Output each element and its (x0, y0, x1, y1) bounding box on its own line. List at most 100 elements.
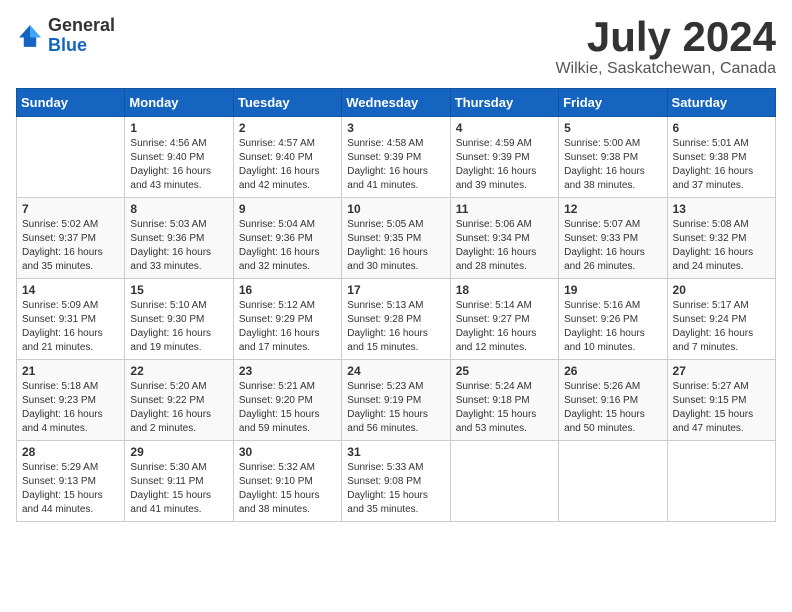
day-number: 9 (239, 202, 336, 216)
day-number: 16 (239, 283, 336, 297)
cell-content: Sunrise: 5:00 AMSunset: 9:38 PMDaylight:… (564, 137, 661, 193)
calendar-cell: 11 Sunrise: 5:06 AMSunset: 9:34 PMDayligh… (450, 198, 558, 279)
cell-content: Sunrise: 5:29 AMSunset: 9:13 PMDaylight:… (22, 461, 119, 517)
logo: General Blue (16, 16, 115, 56)
cell-content: Sunrise: 5:16 AMSunset: 9:26 PMDaylight:… (564, 299, 661, 355)
calendar-cell: 31 Sunrise: 5:33 AMSunset: 9:08 PMDayligh… (342, 441, 450, 522)
cell-content: Sunrise: 5:33 AMSunset: 9:08 PMDaylight:… (347, 461, 444, 517)
cell-content: Sunrise: 5:03 AMSunset: 9:36 PMDaylight:… (130, 218, 227, 274)
calendar-cell: 30Sunrise: 5:32 AMSunset: 9:10 PMDayligh… (233, 441, 341, 522)
cell-content: Sunrise: 5:06 AMSunset: 9:34 PMDaylight:… (456, 218, 553, 274)
cell-content: Sunrise: 5:13 AMSunset: 9:28 PMDaylight:… (347, 299, 444, 355)
day-number: 13 (673, 202, 770, 216)
cell-content: Sunrise: 5:04 AMSunset: 9:36 PMDaylight:… (239, 218, 336, 274)
cell-content: Sunrise: 5:10 AMSunset: 9:30 PMDaylight:… (130, 299, 227, 355)
day-number: 11 (456, 202, 553, 216)
calendar-cell (17, 117, 125, 198)
weekday-header-row: SundayMondayTuesdayWednesdayThursdayFrid… (17, 89, 776, 117)
calendar-cell: 6Sunrise: 5:01 AMSunset: 9:38 PMDaylight… (667, 117, 775, 198)
day-number: 22 (130, 364, 227, 378)
cell-content: Sunrise: 5:05 AMSunset: 9:35 PMDaylight:… (347, 218, 444, 274)
day-number: 8 (130, 202, 227, 216)
week-row-5: 28 Sunrise: 5:29 AMSunset: 9:13 PMDayligh… (17, 441, 776, 522)
calendar-cell: 9 Sunrise: 5:04 AMSunset: 9:36 PMDaylight… (233, 198, 341, 279)
calendar-cell: 14Sunrise: 5:09 AMSunset: 9:31 PMDayligh… (17, 279, 125, 360)
calendar-cell: 16 Sunrise: 5:12 AMSunset: 9:29 PMDayligh… (233, 279, 341, 360)
calendar-cell: 3 Sunrise: 4:58 AMSunset: 9:39 PMDaylight… (342, 117, 450, 198)
week-row-2: 7Sunrise: 5:02 AMSunset: 9:37 PMDaylight… (17, 198, 776, 279)
day-number: 23 (239, 364, 336, 378)
cell-content: Sunrise: 5:30 AMSunset: 9:11 PMDaylight:… (130, 461, 227, 517)
calendar-cell: 17 Sunrise: 5:13 AMSunset: 9:28 PMDayligh… (342, 279, 450, 360)
cell-content: Sunrise: 5:26 AMSunset: 9:16 PMDaylight:… (564, 380, 661, 436)
weekday-header-sunday: Sunday (17, 89, 125, 117)
cell-content: Sunrise: 5:20 AMSunset: 9:22 PMDaylight:… (130, 380, 227, 436)
day-number: 10 (347, 202, 444, 216)
day-number: 19 (564, 283, 661, 297)
calendar-cell: 24 Sunrise: 5:23 AMSunset: 9:19 PMDayligh… (342, 360, 450, 441)
calendar-cell (667, 441, 775, 522)
week-row-3: 14Sunrise: 5:09 AMSunset: 9:31 PMDayligh… (17, 279, 776, 360)
calendar-cell: 5 Sunrise: 5:00 AMSunset: 9:38 PMDaylight… (559, 117, 667, 198)
calendar-cell: 28 Sunrise: 5:29 AMSunset: 9:13 PMDayligh… (17, 441, 125, 522)
logo-blue: Blue (48, 36, 115, 56)
cell-content: Sunrise: 5:27 AMSunset: 9:15 PMDaylight:… (673, 380, 770, 436)
month-title: July 2024 (555, 16, 776, 58)
calendar-cell: 7Sunrise: 5:02 AMSunset: 9:37 PMDaylight… (17, 198, 125, 279)
week-row-4: 21 Sunrise: 5:18 AMSunset: 9:23 PMDayligh… (17, 360, 776, 441)
cell-content: Sunrise: 5:18 AMSunset: 9:23 PMDaylight:… (22, 380, 119, 436)
day-number: 21 (22, 364, 119, 378)
day-number: 30 (239, 445, 336, 459)
cell-content: Sunrise: 5:09 AMSunset: 9:31 PMDaylight:… (22, 299, 119, 355)
cell-content: Sunrise: 5:17 AMSunset: 9:24 PMDaylight:… (673, 299, 770, 355)
day-number: 27 (673, 364, 770, 378)
calendar-cell: 21 Sunrise: 5:18 AMSunset: 9:23 PMDayligh… (17, 360, 125, 441)
cell-content: Sunrise: 5:02 AMSunset: 9:37 PMDaylight:… (22, 218, 119, 274)
calendar-cell: 2Sunrise: 4:57 AMSunset: 9:40 PMDaylight… (233, 117, 341, 198)
day-number: 20 (673, 283, 770, 297)
calendar-cell: 22 Sunrise: 5:20 AMSunset: 9:22 PMDayligh… (125, 360, 233, 441)
cell-content: Sunrise: 5:01 AMSunset: 9:38 PMDaylight:… (673, 137, 770, 193)
day-number: 5 (564, 121, 661, 135)
cell-content: Sunrise: 4:59 AMSunset: 9:39 PMDaylight:… (456, 137, 553, 193)
cell-content: Sunrise: 5:12 AMSunset: 9:29 PMDaylight:… (239, 299, 336, 355)
day-number: 31 (347, 445, 444, 459)
day-number: 18 (456, 283, 553, 297)
weekday-header-wednesday: Wednesday (342, 89, 450, 117)
day-number: 2 (239, 121, 336, 135)
calendar-cell: 18 Sunrise: 5:14 AMSunset: 9:27 PMDayligh… (450, 279, 558, 360)
calendar-cell: 12Sunrise: 5:07 AMSunset: 9:33 PMDayligh… (559, 198, 667, 279)
day-number: 17 (347, 283, 444, 297)
calendar-cell: 19 Sunrise: 5:16 AMSunset: 9:26 PMDayligh… (559, 279, 667, 360)
cell-content: Sunrise: 4:56 AMSunset: 9:40 PMDaylight:… (130, 137, 227, 193)
cell-content: Sunrise: 5:14 AMSunset: 9:27 PMDaylight:… (456, 299, 553, 355)
day-number: 12 (564, 202, 661, 216)
cell-content: Sunrise: 5:08 AMSunset: 9:32 PMDaylight:… (673, 218, 770, 274)
cell-content: Sunrise: 5:24 AMSunset: 9:18 PMDaylight:… (456, 380, 553, 436)
calendar-cell: 25 Sunrise: 5:24 AMSunset: 9:18 PMDayligh… (450, 360, 558, 441)
page-header: General Blue July 2024 Wilkie, Saskatche… (16, 16, 776, 78)
logo-general: General (48, 16, 115, 36)
cell-content: Sunrise: 5:21 AMSunset: 9:20 PMDaylight:… (239, 380, 336, 436)
calendar-cell: 10 Sunrise: 5:05 AMSunset: 9:35 PMDayligh… (342, 198, 450, 279)
day-number: 29 (130, 445, 227, 459)
day-number: 28 (22, 445, 119, 459)
calendar-cell (450, 441, 558, 522)
calendar-cell (559, 441, 667, 522)
cell-content: Sunrise: 4:58 AMSunset: 9:39 PMDaylight:… (347, 137, 444, 193)
location: Wilkie, Saskatchewan, Canada (555, 60, 776, 78)
calendar-cell: 13 Sunrise: 5:08 AMSunset: 9:32 PMDayligh… (667, 198, 775, 279)
calendar-cell: 20 Sunrise: 5:17 AMSunset: 9:24 PMDayligh… (667, 279, 775, 360)
day-number: 24 (347, 364, 444, 378)
day-number: 25 (456, 364, 553, 378)
day-number: 1 (130, 121, 227, 135)
calendar-cell: 23 Sunrise: 5:21 AMSunset: 9:20 PMDayligh… (233, 360, 341, 441)
week-row-1: 1 Sunrise: 4:56 AMSunset: 9:40 PMDaylight… (17, 117, 776, 198)
day-number: 26 (564, 364, 661, 378)
day-number: 3 (347, 121, 444, 135)
weekday-header-saturday: Saturday (667, 89, 775, 117)
logo-icon (16, 22, 44, 50)
cell-content: Sunrise: 5:23 AMSunset: 9:19 PMDaylight:… (347, 380, 444, 436)
weekday-header-friday: Friday (559, 89, 667, 117)
calendar-cell: 27 Sunrise: 5:27 AMSunset: 9:15 PMDayligh… (667, 360, 775, 441)
